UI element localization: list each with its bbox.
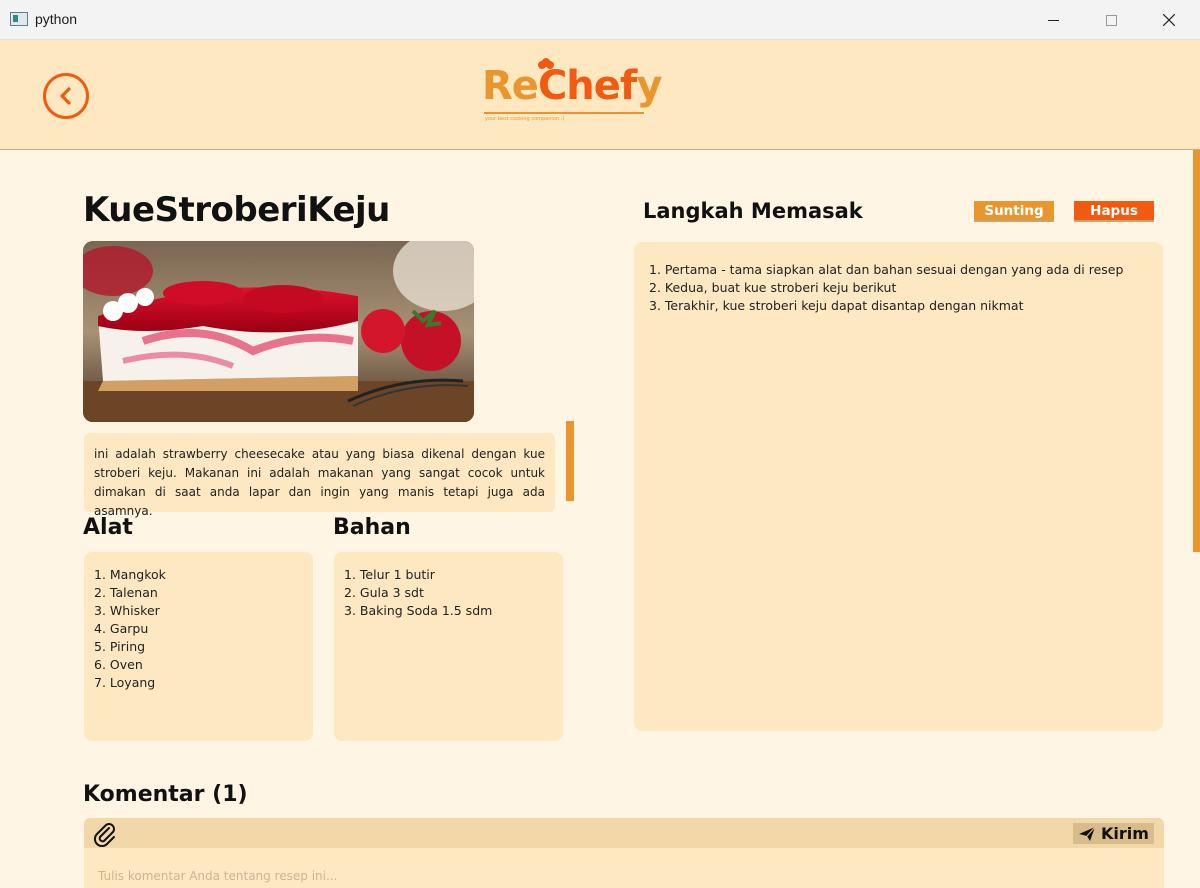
tools-box: 1. Mangkok 2. Talenan 3. Whisker 4. Garp…	[84, 552, 313, 741]
close-button[interactable]	[1146, 0, 1192, 40]
back-button[interactable]	[43, 73, 89, 119]
close-icon	[1163, 14, 1175, 26]
ingredients-heading: Bahan	[333, 515, 411, 540]
maximize-icon	[1105, 14, 1117, 26]
list-item: 6. Oven	[94, 657, 143, 672]
steps-box: 1. Pertama - tama siapkan alat dan bahan…	[634, 242, 1163, 731]
list-item: 1. Pertama - tama siapkan alat dan bahan…	[649, 262, 1124, 277]
comment-input[interactable]	[84, 848, 1164, 888]
list-item: 2. Kedua, buat kue stroberi keju berikut	[649, 280, 897, 295]
rechefy-logo: ReChefy your best cooking companion :)	[482, 58, 682, 128]
recipe-image	[83, 241, 474, 422]
app-header: ReChefy your best cooking companion :)	[0, 40, 1200, 150]
list-item: 2. Gula 3 sdt	[344, 585, 424, 600]
paperclip-icon[interactable]	[92, 821, 118, 848]
chevron-left-icon	[60, 87, 71, 105]
app-icon	[10, 12, 28, 26]
list-item: 1. Telur 1 butir	[344, 567, 435, 582]
window-title: python	[35, 11, 78, 27]
list-item: 5. Piring	[94, 639, 146, 654]
recipe-title: KueStroberiKeju	[83, 190, 390, 230]
description-scrollbar[interactable]	[566, 421, 574, 501]
tools-heading: Alat	[83, 515, 133, 540]
comment-toolbar	[84, 818, 1164, 848]
list-item: 1. Mangkok	[94, 567, 166, 582]
list-item: 3. Terakhir, kue stroberi keju dapat dis…	[649, 298, 1024, 313]
send-button[interactable]: Kirim	[1073, 823, 1154, 844]
ingredients-list: 1. Telur 1 butir 2. Gula 3 sdt 3. Baking…	[344, 566, 553, 620]
logo-underline	[484, 112, 644, 114]
cheesecake-photo	[83, 241, 474, 422]
logo-tagline: your best cooking companion :)	[485, 116, 565, 122]
recipe-description: ini adalah strawberry cheesecake atau ya…	[84, 433, 555, 518]
send-icon	[1079, 826, 1096, 841]
tools-list: 1. Mangkok 2. Talenan 3. Whisker 4. Garp…	[94, 566, 303, 692]
steps-heading: Langkah Memasak	[643, 199, 863, 223]
ingredients-box: 1. Telur 1 butir 2. Gula 3 sdt 3. Baking…	[334, 552, 563, 741]
maximize-button[interactable]	[1088, 0, 1134, 40]
edit-button[interactable]: Sunting	[974, 201, 1054, 222]
send-label: Kirim	[1101, 824, 1149, 843]
comments-heading: Komentar (1)	[83, 782, 248, 807]
window-titlebar: python	[0, 0, 1200, 40]
list-item: 4. Garpu	[94, 621, 149, 636]
steps-list: 1. Pertama - tama siapkan alat dan bahan…	[649, 261, 1148, 315]
list-item: 3. Baking Soda 1.5 sdm	[344, 603, 493, 618]
list-item: 2. Talenan	[94, 585, 158, 600]
list-item: 3. Whisker	[94, 603, 160, 618]
list-item: 7. Loyang	[94, 675, 156, 690]
page-scrollbar-thumb[interactable]	[1193, 150, 1200, 552]
delete-button[interactable]: Hapus	[1074, 201, 1154, 222]
logo-wordmark: ReChefy	[482, 63, 662, 109]
minimize-button[interactable]	[1030, 0, 1076, 40]
minimize-icon	[1047, 19, 1059, 21]
